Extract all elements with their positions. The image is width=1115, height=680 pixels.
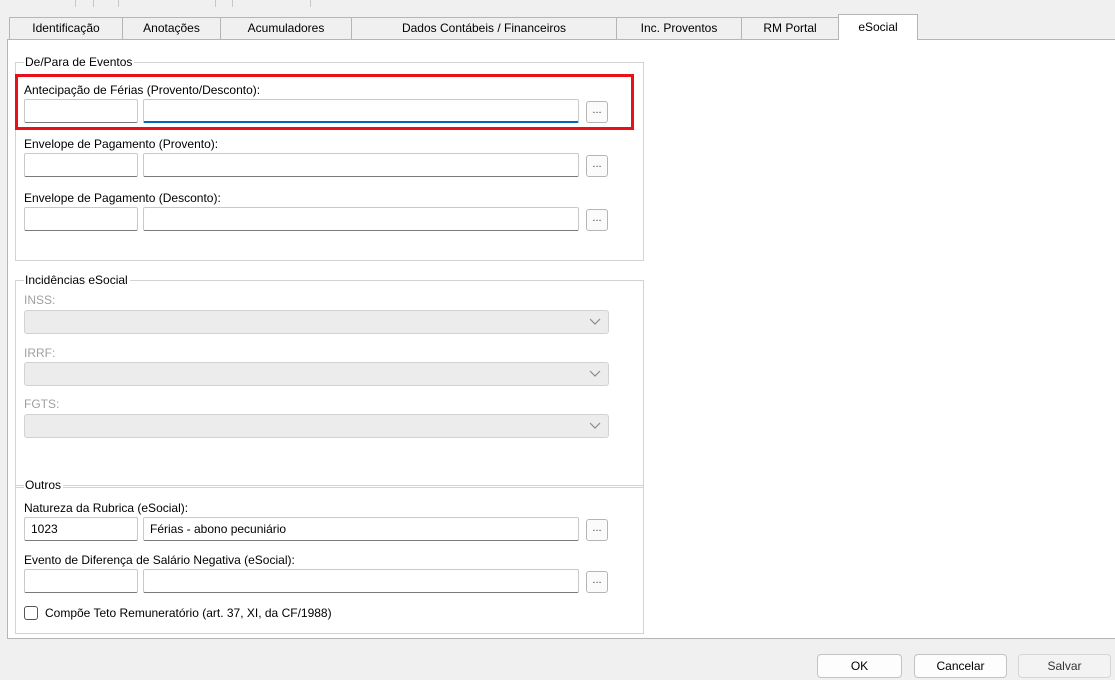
save-button[interactable]: Salvar (1018, 654, 1111, 678)
tab-panel-esocial: De/Para de Eventos Antecipação de Férias… (7, 39, 1115, 639)
envelope-provento-label: Envelope de Pagamento (Provento): (24, 137, 219, 151)
group-title-outros: Outros (24, 477, 64, 493)
inss-select[interactable] (24, 310, 609, 334)
tab-esocial[interactable]: eSocial (838, 14, 918, 40)
tab-inc-proventos[interactable]: Inc. Proventos (616, 17, 742, 39)
diferenca-salario-lookup-button[interactable]: ... (586, 571, 608, 593)
teto-remuneratorio-label: Compõe Teto Remuneratório (art. 37, XI, … (45, 606, 332, 620)
envelope-desconto-code-input[interactable] (24, 207, 138, 231)
envelope-desconto-label: Envelope de Pagamento (Desconto): (24, 191, 221, 205)
natureza-rubrica-lookup-button[interactable]: ... (586, 519, 608, 541)
diferenca-salario-code-input[interactable] (24, 569, 138, 593)
envelope-provento-description-input[interactable] (143, 153, 579, 177)
natureza-rubrica-label: Natureza da Rubrica (eSocial): (24, 501, 189, 515)
upper-tab-edges (0, 0, 340, 7)
group-title-de-para: De/Para de Eventos (24, 54, 135, 70)
diferenca-salario-label: Evento de Diferença de Salário Negativa … (24, 553, 295, 567)
cancel-button[interactable]: Cancelar (914, 654, 1007, 678)
tab-bar: Identificação Anotações Acumuladores Dad… (0, 14, 1115, 40)
fgts-label: FGTS: (24, 397, 60, 411)
diferenca-salario-description-input[interactable] (143, 569, 579, 593)
group-incidencias-esocial: Incidências eSocial INSS: IRRF: FGTS: (15, 272, 644, 488)
chevron-down-icon (589, 370, 601, 377)
antecipacao-ferias-description-input[interactable] (143, 99, 579, 123)
group-de-para-eventos: De/Para de Eventos Antecipação de Férias… (15, 54, 644, 261)
antecipacao-ferias-code-input[interactable] (24, 99, 138, 123)
ok-button[interactable]: OK (817, 654, 902, 678)
tab-rm-portal[interactable]: RM Portal (741, 17, 839, 39)
tab-acumuladores[interactable]: Acumuladores (220, 17, 352, 39)
tab-identificacao[interactable]: Identificação (9, 17, 123, 39)
chevron-down-icon (589, 422, 601, 429)
inss-label: INSS: (24, 293, 56, 307)
fgts-select[interactable] (24, 414, 609, 438)
chevron-down-icon (589, 318, 601, 325)
teto-remuneratorio-checkbox[interactable] (24, 606, 38, 620)
envelope-desconto-description-input[interactable] (143, 207, 579, 231)
tab-anotacoes[interactable]: Anotações (122, 17, 221, 39)
group-outros: Outros Natureza da Rubrica (eSocial): 10… (15, 477, 644, 634)
envelope-provento-code-input[interactable] (24, 153, 138, 177)
envelope-desconto-lookup-button[interactable]: ... (586, 209, 608, 231)
irrf-select[interactable] (24, 362, 609, 386)
antecipacao-ferias-lookup-button[interactable]: ... (586, 101, 608, 123)
antecipacao-ferias-label: Antecipação de Férias (Provento/Desconto… (24, 83, 261, 97)
natureza-rubrica-description-input[interactable]: Férias - abono pecuniário (143, 517, 579, 541)
envelope-provento-lookup-button[interactable]: ... (586, 155, 608, 177)
irrf-label: IRRF: (24, 346, 56, 360)
natureza-rubrica-code-input[interactable]: 1023 (24, 517, 138, 541)
tab-dados-contabeis[interactable]: Dados Contábeis / Financeiros (351, 17, 617, 39)
group-title-incidencias: Incidências eSocial (24, 272, 130, 288)
